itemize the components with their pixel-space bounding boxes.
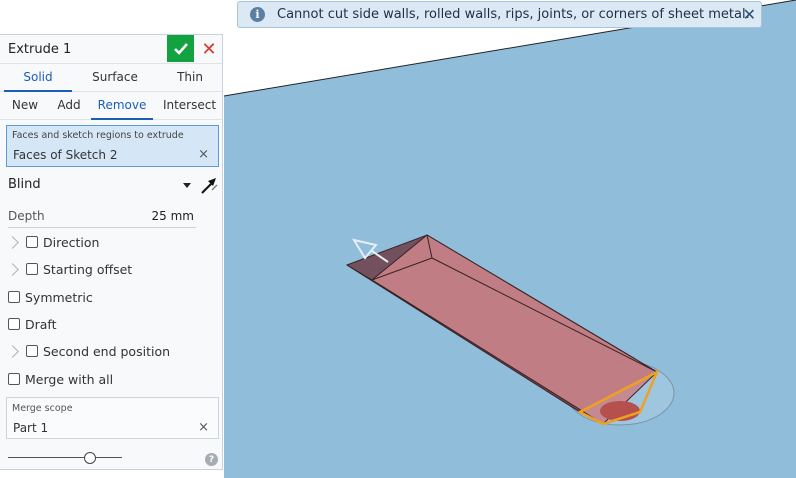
depth-label: Depth	[8, 209, 45, 223]
cancel-button[interactable]: ✕	[198, 37, 220, 61]
merge-with-all-label: Merge with all	[25, 371, 114, 387]
second-end-position-option: Second end position	[6, 342, 171, 360]
depth-field[interactable]: Depth 25 mm	[8, 207, 196, 228]
faces-label: Faces and sketch regions to extrude	[12, 130, 184, 141]
symmetric-checkbox[interactable]	[8, 291, 20, 303]
close-icon[interactable]: ✕	[743, 6, 756, 24]
starting-offset-label: Starting offset	[43, 261, 133, 277]
close-icon: ✕	[201, 38, 217, 60]
tab-thin[interactable]: Thin	[160, 64, 220, 90]
starting-offset-checkbox[interactable]	[26, 263, 38, 275]
checkmark-icon	[173, 42, 188, 55]
second-end-position-checkbox[interactable]	[26, 345, 38, 357]
depth-value: 25 mm	[151, 209, 194, 223]
operation-tabs: New Add Remove Intersect	[0, 92, 222, 120]
draft-option: Draft	[8, 315, 57, 333]
dialog-header: Extrude 1 ✕	[0, 35, 222, 64]
tab-intersect[interactable]: Intersect	[158, 92, 221, 118]
toast-message: Cannot cut side walls, rolled walls, rip…	[277, 7, 750, 22]
tab-new[interactable]: New	[4, 92, 46, 118]
merge-scope-label: Merge scope	[12, 403, 73, 414]
merge-scope-value: Part 1	[13, 421, 49, 435]
error-toast: i Cannot cut side walls, rolled walls, r…	[237, 1, 762, 28]
clear-faces-icon[interactable]: ×	[198, 147, 209, 162]
direction-label: Direction	[43, 234, 100, 250]
direction-checkbox[interactable]	[26, 236, 38, 248]
extrude-dialog: Extrude 1 ✕ Solid Surface Thin New Add R…	[0, 34, 223, 470]
draft-checkbox[interactable]	[8, 318, 20, 330]
chevron-right-icon[interactable]	[6, 344, 19, 358]
faces-selection-field[interactable]: Faces and sketch regions to extrude Face…	[6, 125, 219, 167]
starting-offset-option: Starting offset	[6, 260, 133, 278]
clear-merge-scope-icon[interactable]: ×	[198, 420, 209, 435]
second-end-position-label: Second end position	[43, 343, 171, 359]
end-type-dropdown[interactable]: Blind	[8, 177, 191, 197]
tab-remove[interactable]: Remove	[91, 92, 153, 120]
merge-with-all-option: Merge with all	[8, 370, 113, 388]
merge-with-all-checkbox[interactable]	[8, 373, 20, 385]
detail-slider[interactable]	[8, 451, 122, 465]
help-icon[interactable]: ?	[205, 453, 218, 466]
tab-solid[interactable]: Solid	[4, 64, 72, 92]
chevron-down-icon	[183, 183, 191, 188]
slider-track	[8, 457, 122, 458]
draft-label: Draft	[25, 316, 57, 332]
flip-direction-icon[interactable]	[199, 176, 219, 196]
symmetric-label: Symmetric	[25, 289, 93, 305]
chevron-right-icon[interactable]	[6, 235, 19, 249]
extrude-type-tabs: Solid Surface Thin	[0, 64, 222, 92]
info-icon: i	[250, 7, 265, 22]
end-type-value: Blind	[8, 177, 41, 192]
symmetric-option: Symmetric	[8, 288, 93, 306]
slider-thumb[interactable]	[84, 452, 96, 464]
chevron-right-icon[interactable]	[6, 262, 19, 276]
direction-option: Direction	[6, 233, 100, 251]
viewport-background	[224, 0, 796, 478]
dialog-title: Extrude 1	[8, 42, 72, 57]
tab-surface[interactable]: Surface	[80, 64, 150, 90]
merge-scope-field[interactable]: Merge scope Part 1 ×	[6, 397, 219, 439]
tab-add[interactable]: Add	[50, 92, 88, 118]
accept-button[interactable]	[167, 35, 194, 62]
faces-value: Faces of Sketch 2	[13, 148, 118, 162]
